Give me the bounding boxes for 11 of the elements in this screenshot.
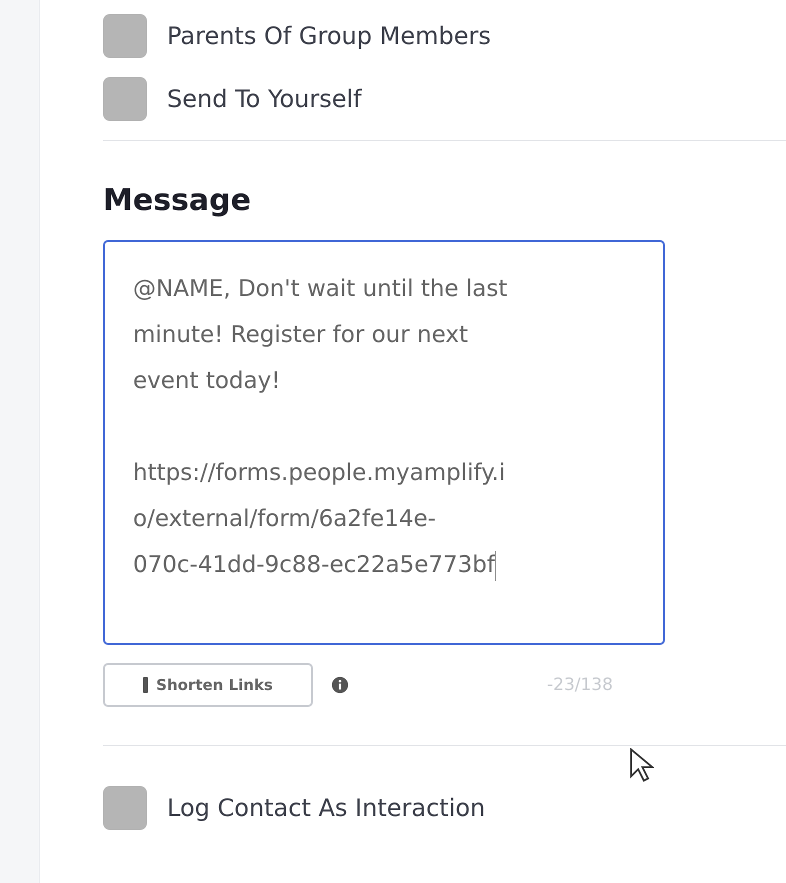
checkbox[interactable] (103, 14, 147, 58)
message-field[interactable]: @NAME, Don't wait until the last minute! Register for our next event today! https://forms.people.myamplify.i o/external/form/6a2fe14e- 070c-41dd-9c88-ec22a5e773bf (103, 240, 665, 645)
checkbox-label: Parents Of Group Members (167, 22, 491, 50)
checkbox-label: Send To Yourself (167, 84, 362, 112)
info-icon[interactable] (331, 676, 349, 694)
checkbox[interactable] (103, 76, 147, 120)
pointer-icon (628, 748, 654, 782)
checkbox-label: Log Contact As Interaction (167, 794, 486, 822)
section-heading: Message (103, 183, 252, 218)
checkbox[interactable] (103, 786, 147, 830)
shorten-links-button[interactable]: Shorten Links (103, 663, 313, 707)
